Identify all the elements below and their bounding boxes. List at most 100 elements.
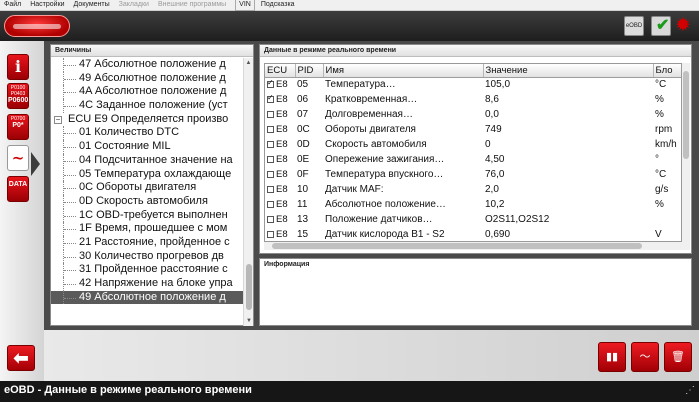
row-checkbox[interactable] <box>267 111 274 118</box>
trash-icon: 🗑 <box>671 351 685 363</box>
row-checkbox[interactable] <box>267 216 274 223</box>
row-checkbox[interactable] <box>267 201 274 208</box>
tree-item[interactable]: 49 Абсолютное положение д <box>51 71 243 86</box>
table-row[interactable]: E8 13 Положение датчиков… O2S11,O2S12 <box>265 212 681 227</box>
menu-settings[interactable]: Настройки <box>30 0 64 10</box>
column-header-unit[interactable]: Бло <box>653 64 681 78</box>
realtime-panel-title: Данные в режиме реального времени <box>260 45 691 57</box>
scroll-down-icon[interactable]: ▼ <box>244 316 254 326</box>
tree-item[interactable]: 4A Абсолютное положение д <box>51 85 243 100</box>
tree-item[interactable]: 1C OBD-требуется выполнен <box>51 208 243 223</box>
status-bar: eOBD - Данные в режиме реального времени… <box>0 381 699 402</box>
tree-item[interactable]: 21 Расстояние, пройденное с <box>51 235 243 250</box>
column-header-value[interactable]: Значение <box>483 64 654 78</box>
realtime-vertical-scrollbar[interactable] <box>682 63 690 242</box>
tree-group-ecu-e9[interactable]: − ECU E9 Определяется произво <box>51 113 243 127</box>
cell-value: 10,2 <box>485 199 505 210</box>
tree-item[interactable]: 01 Количество DTC <box>51 126 243 141</box>
row-checkbox[interactable] <box>267 186 274 193</box>
column-header-name[interactable]: Имя <box>323 64 484 78</box>
tree-item[interactable]: 31 Пройденное расстояние с <box>51 263 243 277</box>
cell-pid: 0F <box>297 169 309 180</box>
realtime-table: ECU PID Имя Значение Бло E805Температура… <box>264 63 682 242</box>
bottom-toolbar: ▮▮ 〜 🗑 <box>44 330 699 381</box>
values-panel-title: Величины <box>51 45 253 57</box>
table-row[interactable]: E805 Температура… 105,0 °C <box>265 77 681 92</box>
resize-grip-icon[interactable]: ⋰ <box>685 385 695 396</box>
realtime-horizontal-scrollbar[interactable] <box>264 242 690 250</box>
tree-item-selected[interactable]: 49 Абсолютное положение д <box>51 290 243 305</box>
menu-file[interactable]: Файл <box>4 0 21 10</box>
info-panel-title: Информация <box>260 259 691 271</box>
info-button[interactable]: i <box>7 54 29 80</box>
row-checkbox[interactable] <box>267 141 274 148</box>
tree-item[interactable]: 04 Подсчитанное значение на <box>51 153 243 168</box>
cell-pid: 06 <box>297 94 309 105</box>
cell-ecu: E8 <box>265 197 295 212</box>
scroll-thumb[interactable] <box>683 71 689 159</box>
row-checkbox[interactable] <box>267 171 274 178</box>
menu-documents[interactable]: Документы <box>74 0 110 10</box>
cell-pid: 0C <box>297 124 310 135</box>
dtc-read-button[interactable]: P0100 P0403 P0600 <box>7 83 29 109</box>
arrow-left-icon: ⬅ <box>13 348 29 368</box>
cell-value: 749 <box>485 124 502 135</box>
table-row[interactable]: E8 15 Датчик кислорода B1 - S2 0,690 V <box>265 227 681 241</box>
cell-ecu: E8 <box>265 92 295 107</box>
menu-vin[interactable]: VIN <box>235 0 255 11</box>
collapse-icon[interactable]: − <box>54 115 62 124</box>
realtime-data-button[interactable]: ~ <box>7 145 29 171</box>
status-title: eOBD - Данные в режиме реального времени <box>4 384 252 396</box>
table-row[interactable]: E806 Кратковременная… 8,6% <box>265 92 681 107</box>
row-checkbox[interactable] <box>267 93 274 103</box>
tree-item[interactable]: 1F Время, прошедшее с мом <box>51 222 243 236</box>
cell-value: 8,6 <box>485 94 499 105</box>
table-row[interactable]: E8 0E Опережение зажигания… 4,50 ° <box>265 152 681 167</box>
data-log-button[interactable]: DATA <box>7 176 29 202</box>
data-icon: DATA <box>8 181 28 188</box>
tree-item[interactable]: 01 Состояние MIL <box>51 140 243 154</box>
tree-item[interactable]: 4C Заданное положение (уст <box>51 99 243 113</box>
column-header-ecu[interactable]: ECU <box>265 64 296 78</box>
back-button[interactable]: ⬅ <box>7 345 35 371</box>
graph-view-button[interactable]: 〜 <box>631 342 659 372</box>
eobd-button[interactable]: eOBD <box>624 16 644 36</box>
menu-external-programs[interactable]: Внешние программы <box>158 0 226 10</box>
table-row[interactable]: E8 11 Абсолютное положение… 10,2% <box>265 197 681 212</box>
scroll-thumb[interactable] <box>272 243 642 249</box>
tree-item[interactable]: 05 Температура охлаждающе <box>51 167 243 182</box>
cell-value: 4,50 <box>485 154 505 165</box>
row-checkbox[interactable] <box>267 231 274 238</box>
mg-hr-chart-button[interactable]: ▮▮ <box>598 342 626 372</box>
table-row[interactable]: E8 10 Датчик MAF: 2,0 g/s <box>265 182 681 197</box>
tree-item[interactable]: 0C Обороты двигателя <box>51 181 243 195</box>
cell-ecu: E8 <box>265 227 295 241</box>
tree-item[interactable]: 42 Напряжение на блоке упра <box>51 277 243 291</box>
realtime-table-body: E805Температура…105,0°CE806Кратковременн… <box>265 77 681 241</box>
settings-gear-button[interactable]: ✹ <box>675 16 695 36</box>
menu-help[interactable]: Подсказка <box>261 0 295 10</box>
table-row[interactable]: E8 07 Долговременная… 0,0% <box>265 107 681 122</box>
cell-value: 105,0 <box>485 79 511 91</box>
info-panel: Информация <box>259 258 692 326</box>
values-scrollbar[interactable]: ▲ ▼ <box>243 58 253 326</box>
delete-button[interactable]: 🗑 <box>664 342 692 372</box>
scroll-up-icon[interactable]: ▲ <box>244 58 253 68</box>
table-row[interactable]: E8 0D Скорость автомобиля 0 km/h <box>265 137 681 152</box>
scroll-thumb[interactable] <box>246 264 252 310</box>
connection-check-button[interactable]: ✔ <box>651 16 671 36</box>
menu-bookmarks[interactable]: Закладки <box>119 0 149 10</box>
dtc-clear-button[interactable]: P0700 P0* <box>7 114 29 140</box>
table-row[interactable]: E8 0F Температура впускного… 76,0 °C <box>265 167 681 182</box>
bar-chart-icon: ▮▮ <box>605 351 619 363</box>
tree-item[interactable]: 47 Абсолютное положение д <box>51 58 243 72</box>
column-header-pid[interactable]: PID <box>295 64 324 78</box>
row-checkbox[interactable] <box>267 126 274 133</box>
table-row[interactable]: E8 0C Обороты двигателя 749 rpm <box>265 122 681 137</box>
cell-name: Абсолютное положение… <box>325 199 446 210</box>
row-checkbox[interactable] <box>267 156 274 163</box>
tree-item[interactable]: 0D Скорость автомобиля <box>51 194 243 209</box>
tree-item[interactable]: 30 Количество прогревов дв <box>51 249 243 264</box>
cell-name: Долговременная… <box>325 109 413 120</box>
row-checkbox[interactable] <box>267 78 274 89</box>
